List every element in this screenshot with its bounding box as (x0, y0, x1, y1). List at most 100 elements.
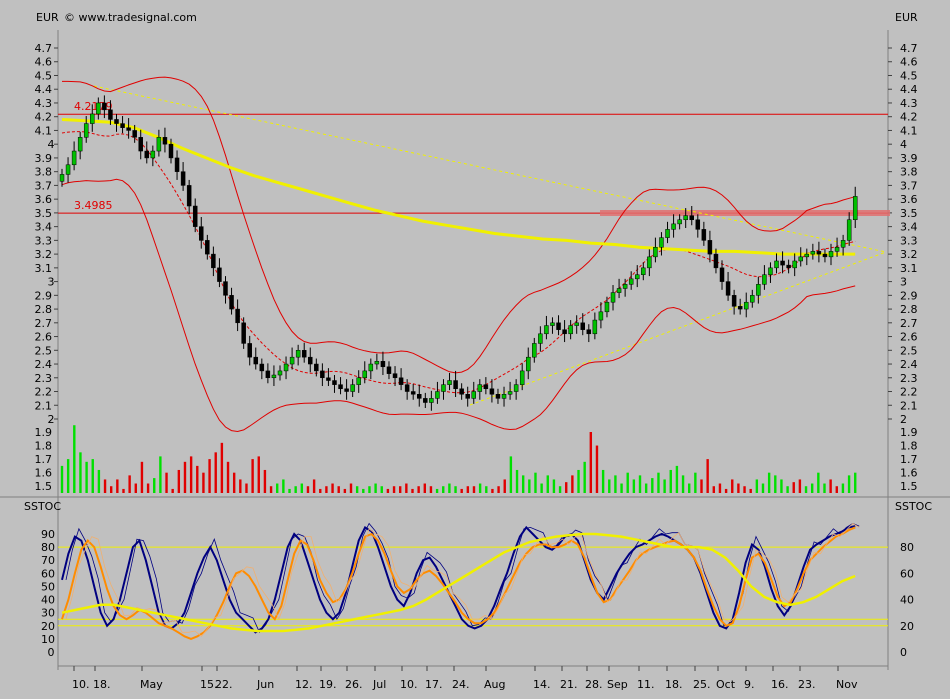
osc-tick-right: 60 (900, 567, 914, 580)
price-tick-left: 3.2 (35, 248, 53, 261)
candle-body (241, 322, 246, 344)
candle-body (519, 370, 525, 385)
price-tick-left: 2.4 (35, 358, 53, 371)
volume-bar (435, 488, 439, 493)
volume-bar (478, 483, 482, 493)
price-tick-left: 3.5 (35, 207, 53, 220)
volume-bar (755, 479, 759, 493)
candle-body (622, 284, 628, 289)
volume-bar (774, 475, 777, 493)
x-tick-label: Nov (836, 678, 858, 691)
candle-body (392, 373, 398, 379)
candle-body (368, 363, 374, 372)
volume-tick-left: 1.8 (35, 440, 53, 453)
volume-bar (700, 479, 703, 493)
price-tick-left: 3.8 (35, 166, 53, 179)
price-tick-right: 4.2 (900, 111, 918, 124)
candle-body (168, 143, 174, 159)
volume-bar (460, 488, 463, 493)
osc-tick-left: 10 (41, 633, 55, 646)
candle-body (689, 215, 694, 221)
x-tick-label: 28. (585, 678, 603, 691)
volume-bar (595, 445, 599, 493)
candle-body (374, 361, 380, 365)
volume-bar (626, 472, 629, 493)
price-tick-right: 4.4 (900, 83, 918, 96)
candle-body (743, 301, 749, 310)
candle-body (423, 398, 428, 403)
volume-bar (694, 472, 697, 493)
volume-bar (122, 488, 125, 493)
price-tick-left: 3.7 (35, 179, 53, 192)
candle-body (114, 119, 119, 124)
price-tick-left: 3.4 (35, 221, 53, 234)
x-tick-label: Aug (484, 678, 505, 691)
sstoc-label-right: SSTOC (895, 500, 932, 513)
candle-body (150, 150, 156, 159)
x-tick-label: May (140, 678, 163, 691)
volume-bar (189, 456, 193, 493)
volume-bar (66, 459, 70, 493)
candle-body (441, 384, 446, 392)
price-tick-right: 3.6 (900, 193, 918, 206)
candle-body (798, 256, 803, 262)
x-tick-label: 17. (425, 678, 443, 691)
volume-bar (558, 486, 562, 493)
volume-bar (810, 483, 814, 493)
candle-body (610, 292, 616, 303)
volume-bar (466, 486, 470, 493)
candle-body (435, 391, 440, 399)
volume-bar (737, 483, 740, 493)
copyright: © www.tradesignal.com (64, 11, 197, 24)
candle-body (59, 174, 65, 182)
price-tick-left: 2.7 (35, 317, 53, 330)
candle-body (65, 164, 71, 175)
price-tick-right: 2.8 (900, 303, 918, 316)
candle-body (447, 380, 452, 385)
volume-bar (116, 479, 119, 493)
candle-body (501, 394, 507, 399)
volume-bar (337, 486, 340, 493)
volume-bar (780, 479, 783, 493)
volume-bar (300, 483, 304, 493)
volume-bar (798, 479, 802, 493)
volume-tick-right: 1.6 (900, 467, 918, 480)
price-tick-left: 2 (48, 413, 55, 426)
candle-body (671, 223, 676, 230)
price-tick-right: 3.8 (900, 166, 918, 179)
candle-body (707, 240, 713, 255)
volume-bar (761, 483, 765, 493)
volume-bar (349, 483, 353, 493)
osc-tick-left: 80 (41, 541, 55, 554)
candle-body (132, 130, 137, 138)
volume-bar (472, 486, 476, 493)
volume-bar (343, 488, 347, 493)
price-tick-left: 4.2 (35, 111, 53, 124)
volume-bar (368, 486, 371, 493)
volume-bar (589, 432, 593, 493)
volume-bar (374, 483, 377, 493)
candle-body (713, 253, 719, 269)
candle-body (265, 370, 271, 379)
price-tick-right: 3 (900, 276, 907, 289)
x-tick-label: 14. (533, 678, 551, 691)
volume-tick-left: 1.7 (35, 453, 53, 466)
candle-body (489, 388, 495, 395)
volume-bar (583, 461, 586, 493)
volume-bar (220, 442, 224, 493)
candle-body (604, 301, 610, 313)
price-tick-left: 2.2 (35, 386, 53, 399)
candle-body (308, 356, 313, 365)
volume-bar (657, 472, 660, 493)
volume-bar (847, 475, 851, 493)
volume-bar (97, 469, 101, 493)
volume-bar (417, 486, 420, 493)
candle-body (90, 113, 95, 124)
volume-bar (749, 488, 752, 493)
osc-tick-left: 50 (41, 580, 55, 593)
volume-bar (528, 479, 531, 493)
volume-bar (841, 483, 845, 493)
candle-body (459, 388, 464, 395)
volume-bar (331, 483, 334, 493)
candle-body (283, 363, 289, 372)
